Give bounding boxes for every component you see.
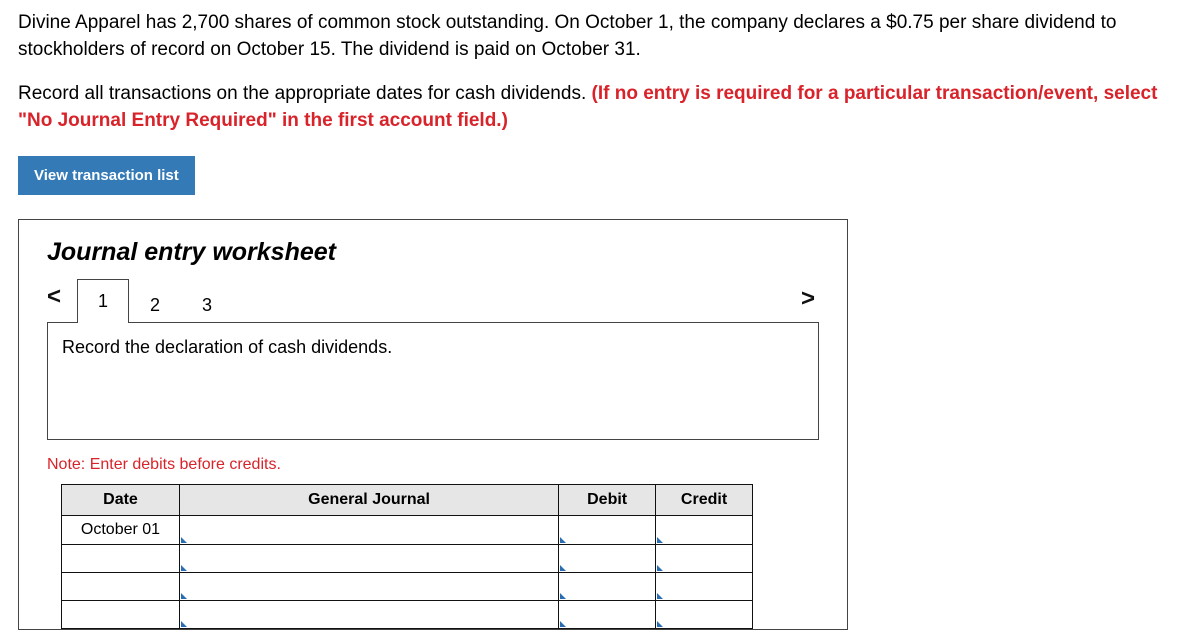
dropdown-indicator-icon (560, 593, 566, 599)
cell-date (62, 573, 180, 601)
dropdown-indicator-icon (657, 537, 663, 543)
cell-general-journal[interactable] (179, 573, 558, 601)
chevron-right-icon[interactable]: > (801, 285, 821, 321)
col-header-credit: Credit (656, 485, 753, 516)
dropdown-indicator-icon (657, 621, 663, 627)
dropdown-indicator-icon (657, 565, 663, 571)
cell-general-journal[interactable] (179, 601, 558, 629)
col-header-general-journal: General Journal (179, 485, 558, 516)
cell-debit[interactable] (559, 545, 656, 573)
tab-row: < 1 2 3 > (19, 279, 847, 323)
journal-entry-worksheet: Journal entry worksheet < 1 2 3 > Record… (18, 219, 848, 630)
tab-2[interactable]: 2 (129, 287, 181, 323)
table-row (62, 573, 753, 601)
cell-date (62, 545, 180, 573)
question-paragraph-2: Record all transactions on the appropria… (18, 81, 1182, 134)
cell-date (62, 601, 180, 629)
dropdown-indicator-icon (181, 621, 187, 627)
cell-debit[interactable] (559, 573, 656, 601)
question-paragraph-1: Divine Apparel has 2,700 shares of commo… (18, 10, 1182, 63)
tab-1[interactable]: 1 (77, 279, 129, 323)
dropdown-indicator-icon (181, 565, 187, 571)
dropdown-indicator-icon (560, 565, 566, 571)
dropdown-indicator-icon (657, 593, 663, 599)
tabs-container: 1 2 3 (77, 279, 233, 323)
journal-entry-table: Date General Journal Debit Credit Octobe… (61, 484, 753, 629)
dropdown-indicator-icon (560, 621, 566, 627)
chevron-left-icon[interactable]: < (47, 283, 67, 319)
view-transaction-list-button[interactable]: View transaction list (18, 156, 195, 195)
table-row (62, 545, 753, 573)
transaction-description: Record the declaration of cash dividends… (47, 322, 819, 440)
cell-date: October 01 (62, 516, 180, 545)
instruction-plain: Record all transactions on the appropria… (18, 83, 592, 104)
cell-credit[interactable] (656, 601, 753, 629)
cell-general-journal[interactable] (179, 516, 558, 545)
table-header-row: Date General Journal Debit Credit (62, 485, 753, 516)
cell-general-journal[interactable] (179, 545, 558, 573)
cell-credit[interactable] (656, 516, 753, 545)
cell-credit[interactable] (656, 545, 753, 573)
dropdown-indicator-icon (181, 537, 187, 543)
tab-3[interactable]: 3 (181, 287, 233, 323)
worksheet-title: Journal entry worksheet (19, 238, 847, 279)
cell-credit[interactable] (656, 573, 753, 601)
table-row: October 01 (62, 516, 753, 545)
table-row (62, 601, 753, 629)
dropdown-indicator-icon (181, 593, 187, 599)
col-header-debit: Debit (559, 485, 656, 516)
cell-debit[interactable] (559, 516, 656, 545)
col-header-date: Date (62, 485, 180, 516)
cell-debit[interactable] (559, 601, 656, 629)
note-text: Note: Enter debits before credits. (19, 440, 847, 484)
dropdown-indicator-icon (560, 537, 566, 543)
